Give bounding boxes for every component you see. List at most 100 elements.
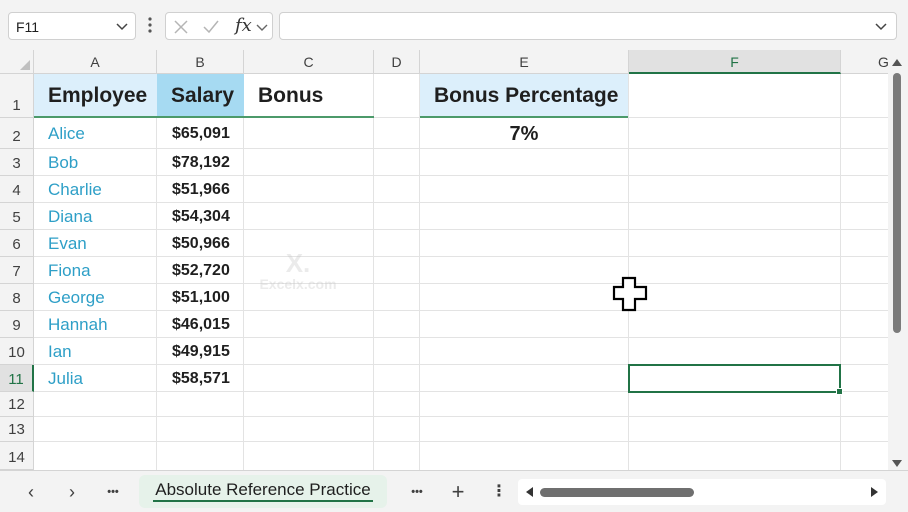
row-header-8[interactable]: 8: [0, 284, 34, 311]
more-sheets-left-button[interactable]: •••: [100, 479, 126, 505]
cell-e2-bonus-percentage[interactable]: 7%: [420, 118, 628, 149]
select-all-triangle-icon: [20, 60, 30, 70]
enter-check-icon[interactable]: [201, 17, 221, 37]
formula-controls: fx: [165, 12, 273, 40]
row-header-6[interactable]: 6: [0, 230, 34, 257]
cell-employee-salary[interactable]: $58,571: [157, 365, 244, 392]
sheet-options-button[interactable]: ⋮: [486, 479, 512, 505]
row-header-7[interactable]: 7: [0, 257, 34, 284]
cell-employee-salary[interactable]: $52,720: [157, 257, 244, 284]
table-header-underline: [34, 116, 374, 118]
row-header-5[interactable]: 5: [0, 203, 34, 230]
cell-employee-name[interactable]: Diana: [34, 203, 157, 230]
row-number: 3: [12, 155, 21, 172]
row-header-9[interactable]: 9: [0, 311, 34, 338]
cell-employee-name[interactable]: Ian: [34, 338, 157, 365]
gridline: [840, 74, 841, 470]
cell-employee-salary[interactable]: $46,015: [157, 311, 244, 338]
more-vertical-icon[interactable]: [143, 14, 157, 36]
cell-employee-salary[interactable]: $50,966: [157, 230, 244, 257]
row-number: 6: [12, 236, 21, 253]
row-header-11[interactable]: 11: [0, 365, 34, 392]
name-box[interactable]: F11: [8, 12, 136, 40]
cell-a1-employee-header[interactable]: Employee: [34, 74, 157, 117]
cell-employee-salary[interactable]: $65,091: [157, 120, 244, 147]
row-header-4[interactable]: 4: [0, 176, 34, 203]
cell-employee-name[interactable]: Alice: [34, 120, 157, 147]
column-header-d[interactable]: D: [374, 50, 420, 74]
row-header-2[interactable]: 2: [0, 118, 34, 149]
cell-employee-name[interactable]: Bob: [34, 149, 157, 176]
cell-select-cursor-icon: [612, 276, 648, 312]
cell-c1-bonus-header[interactable]: Bonus: [244, 74, 374, 117]
cell-b1-salary-header[interactable]: Salary: [157, 74, 244, 117]
fill-handle[interactable]: [836, 388, 843, 395]
scroll-down-arrow-icon[interactable]: [892, 460, 902, 468]
cell-employee-name[interactable]: Julia: [34, 365, 157, 392]
sheet-tab-label: Absolute Reference Practice: [153, 480, 373, 502]
row-header-14[interactable]: 14: [0, 442, 34, 470]
cell-employee-salary[interactable]: $51,100: [157, 284, 244, 311]
row-number: 1: [12, 97, 21, 114]
cell-employee-salary[interactable]: $49,915: [157, 338, 244, 365]
cell-employee-salary[interactable]: $54,304: [157, 203, 244, 230]
spreadsheet-grid[interactable]: A B C D E F G 1 2 3 4 5 6 7 8 9 10 11 12…: [0, 50, 888, 470]
row-number: 9: [12, 317, 21, 334]
row-number: 7: [12, 263, 21, 280]
previous-sheet-button[interactable]: ‹: [18, 479, 44, 505]
vertical-scrollbar[interactable]: [888, 50, 908, 470]
cell-employee-salary[interactable]: $78,192: [157, 149, 244, 176]
active-cell-f11[interactable]: [628, 364, 843, 395]
row-number: 5: [12, 209, 21, 226]
horizontal-scrollbar[interactable]: [518, 479, 886, 505]
vertical-scroll-thumb[interactable]: [893, 73, 901, 333]
sheet-tab-bar: ‹ › ••• Absolute Reference Practice ••• …: [0, 470, 908, 512]
row-header-10[interactable]: 10: [0, 338, 34, 365]
row-number: 12: [8, 396, 25, 413]
cell-employee-salary[interactable]: $51,966: [157, 176, 244, 203]
formula-input[interactable]: [279, 12, 897, 40]
column-header-e[interactable]: E: [420, 50, 629, 74]
row-number: 2: [12, 128, 21, 145]
scroll-left-arrow-icon[interactable]: [525, 487, 533, 497]
cancel-icon[interactable]: [171, 17, 191, 37]
more-sheets-right-button[interactable]: •••: [404, 479, 430, 505]
select-all-corner[interactable]: [0, 50, 34, 74]
gridline: [34, 416, 888, 417]
row-header-13[interactable]: 13: [0, 417, 34, 442]
cell-employee-name[interactable]: Evan: [34, 230, 157, 257]
insert-function-button[interactable]: fx: [235, 15, 252, 36]
add-sheet-button[interactable]: +: [445, 479, 471, 505]
cell-e1-bonus-percentage-header[interactable]: Bonus Percentage: [420, 74, 628, 117]
cell-employee-name[interactable]: Fiona: [34, 257, 157, 284]
watermark-text: Excelx.com: [259, 276, 337, 292]
scroll-up-arrow-icon[interactable]: [892, 58, 902, 66]
gridline: [373, 74, 374, 470]
chevron-down-icon[interactable]: [113, 17, 131, 35]
next-sheet-button[interactable]: ›: [59, 479, 85, 505]
name-box-value: F11: [16, 19, 40, 35]
horizontal-scroll-thumb[interactable]: [540, 488, 694, 497]
column-header-g[interactable]: G: [841, 50, 888, 74]
row-header-1[interactable]: 1: [0, 74, 34, 118]
cell-employee-name[interactable]: Hannah: [34, 311, 157, 338]
column-header-a[interactable]: A: [34, 50, 157, 74]
row-number: 11: [8, 371, 24, 388]
gridline: [628, 74, 629, 470]
row-number: 14: [8, 449, 25, 466]
row-number: 4: [12, 182, 21, 199]
column-header-f[interactable]: F: [629, 50, 841, 74]
sheet-tab-absolute-reference-practice[interactable]: Absolute Reference Practice: [139, 475, 387, 508]
chevron-down-icon[interactable]: [254, 17, 270, 37]
column-header-b[interactable]: B: [157, 50, 244, 74]
expand-formula-bar-icon[interactable]: [872, 17, 890, 35]
row-number: 10: [8, 344, 25, 361]
row-header-3[interactable]: 3: [0, 149, 34, 176]
row-header-12[interactable]: 12: [0, 392, 34, 417]
cell-employee-name[interactable]: Charlie: [34, 176, 157, 203]
row-number: 13: [8, 421, 25, 438]
column-header-c[interactable]: C: [244, 50, 374, 74]
formula-bar: F11 fx: [0, 0, 908, 50]
scroll-right-arrow-icon[interactable]: [871, 487, 879, 497]
cell-employee-name[interactable]: George: [34, 284, 157, 311]
